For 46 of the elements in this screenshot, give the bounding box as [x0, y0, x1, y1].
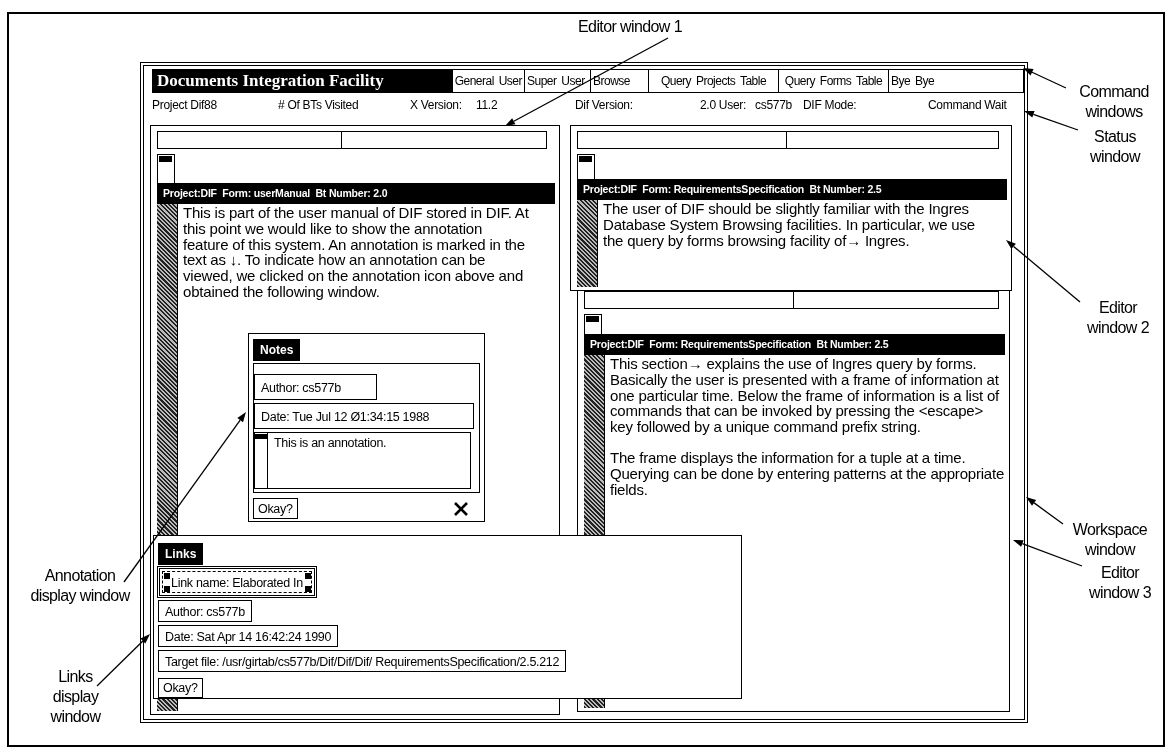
- author-field[interactable]: Author: cs577b: [254, 374, 377, 400]
- status-text: 11.2: [476, 98, 499, 112]
- status-text: DIF Mode:: [803, 98, 858, 112]
- callout-label: Editor window 1: [577, 17, 683, 37]
- callout-label: Links display window: [49, 667, 102, 727]
- marker-icon[interactable]: [584, 314, 602, 334]
- command-button[interactable]: Super User: [525, 69, 591, 93]
- callout-label: Editor window 3: [1088, 563, 1152, 603]
- command-button[interactable]: General User: [452, 69, 525, 93]
- marker-icon[interactable]: [157, 154, 175, 183]
- date-field[interactable]: Date: Tue Jul 12 Ø1:34:15 1988: [254, 403, 474, 429]
- link-field[interactable]: Date: Sat Apr 14 16:42:24 1990: [158, 625, 339, 647]
- status-text: cs577b: [755, 98, 793, 112]
- command-button[interactable]: Query Projects Table: [649, 69, 779, 93]
- marker-icon[interactable]: [577, 154, 595, 179]
- okay-button[interactable]: Okay?: [158, 678, 203, 698]
- status-text: Command Wait: [928, 98, 1008, 112]
- window-title: Links: [158, 543, 204, 565]
- status-text: X Version:: [410, 98, 463, 112]
- callout-label: Command windows: [1078, 82, 1150, 122]
- app-title: Documents Integration Facility: [152, 69, 453, 93]
- paragraph: The user of DIF should be slightly familiar with the Ingres Database System Browsing facilities. In particular, we use the query by forms browsing facility of→ Ingres.: [603, 201, 976, 249]
- callout-label: Editor window 2: [1086, 298, 1150, 338]
- callout-label: Workspace window: [1071, 520, 1149, 560]
- status-text: 2.0 User:: [700, 98, 747, 112]
- paragraph: This is part of the user manual of DIF stored in DIF. At this point we would like to show the annotation feature of this system. An annotation is marked in the text as ↓. To indicate how an annotation can be viewed, we clicked on the annotation icon above and obtained the following window.: [183, 205, 530, 300]
- close-icon[interactable]: [454, 501, 468, 516]
- paragraph: The frame displays the information for a tuple at a time. Querying can be done by entering patterns at the appropriate fields.: [610, 450, 1006, 498]
- status-text: Dif Version:: [575, 98, 634, 112]
- command-button[interactable]: Browse: [591, 69, 649, 93]
- callout-label: Annotation display window: [29, 566, 132, 606]
- editor-header: Project:DIF Form: userManual Bt Number: 2.0: [157, 183, 555, 204]
- paragraph: This section→ explains the use of Ingres query by forms. Basically the user is presented with a frame of information at one particular time. Below the frame of information is a list of commands that can be invoked by pressing the <escape> key followed by a unique command prefix string.: [610, 356, 1001, 435]
- editor-header: Project:DIF Form: RequirementsSpecification Bt Number: 2.5: [584, 334, 1005, 355]
- command-button[interactable]: Query Forms Table: [779, 69, 889, 93]
- link-field[interactable]: Author: cs577b: [158, 600, 252, 622]
- window-title: Notes: [253, 339, 301, 361]
- scrollbar[interactable]: [577, 200, 598, 287]
- status-text: Project Dif88: [152, 98, 218, 112]
- annotation-box[interactable]: This is an annotation.: [254, 432, 471, 489]
- status-text: # Of BTs Visited: [278, 98, 360, 112]
- link-field[interactable]: Target file: /usr/girtab/cs577b/Dif/Dif/Dif/ RequirementsSpecification/2.5.212: [158, 650, 567, 672]
- okay-button[interactable]: Okay?: [253, 498, 298, 519]
- callout-label: Status window: [1089, 127, 1142, 167]
- command-button[interactable]: Bye Bye: [889, 69, 1024, 93]
- editor-header: Project:DIF Form: RequirementsSpecification Bt Number: 2.5: [577, 179, 1007, 200]
